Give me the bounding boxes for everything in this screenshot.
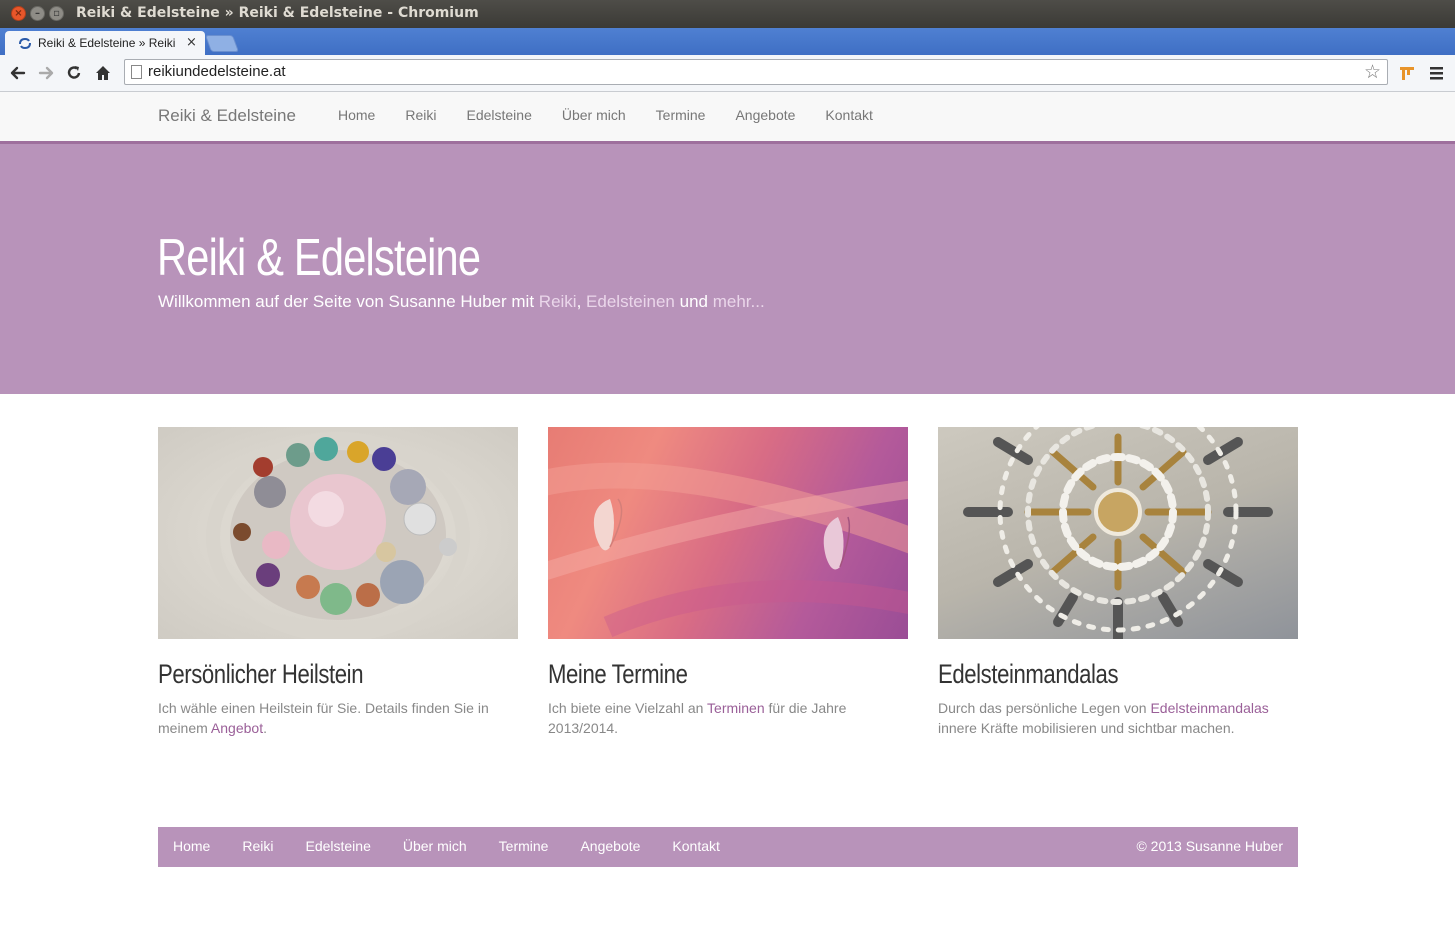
tab-title: Reiki & Edelsteine » Reiki (38, 36, 176, 50)
bookmark-star-icon[interactable]: ☆ (1364, 61, 1381, 83)
butterflies-illustration (548, 462, 908, 638)
card-termine: Meine Termine Ich biete eine Vielzahl an… (548, 427, 908, 738)
site-footer: Home Reiki Edelsteine Über mich Termine … (158, 827, 1298, 867)
browser-tab[interactable]: Reiki & Edelsteine » Reiki × (5, 31, 205, 56)
card-mandalas: Edelsteinmandalas Durch das persönliche … (938, 427, 1298, 738)
window-title: Reiki & Edelsteine » Reiki & Edelsteine … (76, 5, 479, 21)
footer-link-termine[interactable]: Termine (499, 838, 549, 854)
site-nav-links: Home Reiki Edelsteine Über mich Termine … (338, 107, 903, 123)
window-close-button[interactable]: × (11, 6, 26, 21)
card-link-angebot[interactable]: Angebot (211, 720, 263, 736)
nav-link-kontakt[interactable]: Kontakt (825, 107, 872, 123)
nav-link-home[interactable]: Home (338, 107, 375, 123)
mandala-illustration (963, 427, 1273, 639)
nav-link-angebote[interactable]: Angebote (735, 107, 795, 123)
hero-link-reiki[interactable]: Reiki (539, 292, 577, 311)
nav-link-reiki[interactable]: Reiki (405, 107, 436, 123)
nav-link-ueber-mich[interactable]: Über mich (562, 107, 626, 123)
card-heilstein: Persönlicher Heilstein Ich wähle einen H… (158, 427, 518, 738)
hero-subtitle-text: Willkommen auf der Seite von Susanne Hub… (158, 292, 539, 311)
card-title: Edelsteinmandalas (938, 659, 1119, 689)
card-title: Persönlicher Heilstein (158, 659, 364, 689)
hero-subtitle: Willkommen auf der Seite von Susanne Hub… (158, 292, 765, 312)
footer-link-ueber-mich[interactable]: Über mich (403, 838, 467, 854)
footer-link-reiki[interactable]: Reiki (242, 838, 273, 854)
heilstein-image[interactable] (158, 427, 518, 639)
address-bar[interactable]: reikiundedelsteine.at ☆ (124, 59, 1388, 85)
nav-link-termine[interactable]: Termine (656, 107, 706, 123)
hero-link-edelsteinen[interactable]: Edelsteinen (586, 292, 675, 311)
browser-toolbar: reikiundedelsteine.at ☆ (0, 55, 1455, 92)
window-minimize-button[interactable]: – (30, 6, 45, 21)
hero-link-mehr[interactable]: mehr... (713, 292, 765, 311)
card-text-after: . (263, 720, 267, 736)
page-icon (131, 65, 142, 79)
site-navbar: Reiki & Edelsteine Home Reiki Edelsteine… (0, 92, 1455, 144)
card-link-terminen[interactable]: Terminen (707, 700, 765, 716)
card-text: Ich biete eine Vielzahl an Terminen für … (548, 698, 908, 738)
tab-close-icon[interactable]: × (186, 35, 197, 50)
card-text-before: Durch das persönliche Legen von (938, 700, 1151, 716)
forward-arrow-icon[interactable] (36, 63, 56, 83)
termine-image[interactable] (548, 427, 908, 639)
footer-link-angebote[interactable]: Angebote (580, 838, 640, 854)
footer-link-home[interactable]: Home (173, 838, 210, 854)
extension-icon[interactable] (1397, 63, 1417, 83)
address-bar-url[interactable]: reikiundedelsteine.at (148, 63, 286, 80)
card-link-edelsteinmandalas[interactable]: Edelsteinmandalas (1150, 700, 1268, 716)
reload-icon[interactable] (64, 63, 84, 83)
site-favicon-icon (19, 37, 31, 50)
card-title: Meine Termine (548, 659, 688, 689)
site-brand-link[interactable]: Reiki & Edelsteine (158, 106, 296, 126)
back-arrow-icon[interactable] (8, 63, 28, 83)
card-text-after: innere Kräfte mobilisieren und sichtbar … (938, 720, 1235, 736)
nav-link-edelsteine[interactable]: Edelsteine (466, 107, 531, 123)
footer-link-edelsteine[interactable]: Edelsteine (305, 838, 370, 854)
hero-comma: , (576, 292, 587, 311)
card-text-before: Ich wähle einen Heilstein für Sie. Detai… (158, 700, 489, 736)
card-text-before: Ich biete eine Vielzahl an (548, 700, 708, 716)
new-tab-button[interactable] (204, 35, 240, 52)
card-text: Durch das persönliche Legen von Edelstei… (938, 698, 1298, 738)
hero-banner: Reiki & Edelsteine Willkommen auf der Se… (0, 144, 1455, 394)
hero-and: und (674, 292, 713, 311)
home-icon[interactable] (93, 63, 113, 83)
window-maximize-button[interactable]: ▫ (49, 6, 64, 21)
mandala-image[interactable] (938, 427, 1298, 639)
footer-copyright: © 2013 Susanne Huber (1136, 838, 1283, 854)
heilstein-illustration (206, 432, 470, 639)
hero-title: Reiki & Edelsteine (157, 229, 481, 287)
menu-icon[interactable] (1427, 63, 1447, 83)
footer-nav-links: Home Reiki Edelsteine Über mich Termine … (173, 838, 752, 854)
footer-link-kontakt[interactable]: Kontakt (672, 838, 719, 854)
card-text: Ich wähle einen Heilstein für Sie. Detai… (158, 698, 518, 738)
window-titlebar: × – ▫ Reiki & Edelsteine » Reiki & Edels… (0, 0, 1455, 28)
tab-strip: Reiki & Edelsteine » Reiki × (0, 28, 1455, 56)
